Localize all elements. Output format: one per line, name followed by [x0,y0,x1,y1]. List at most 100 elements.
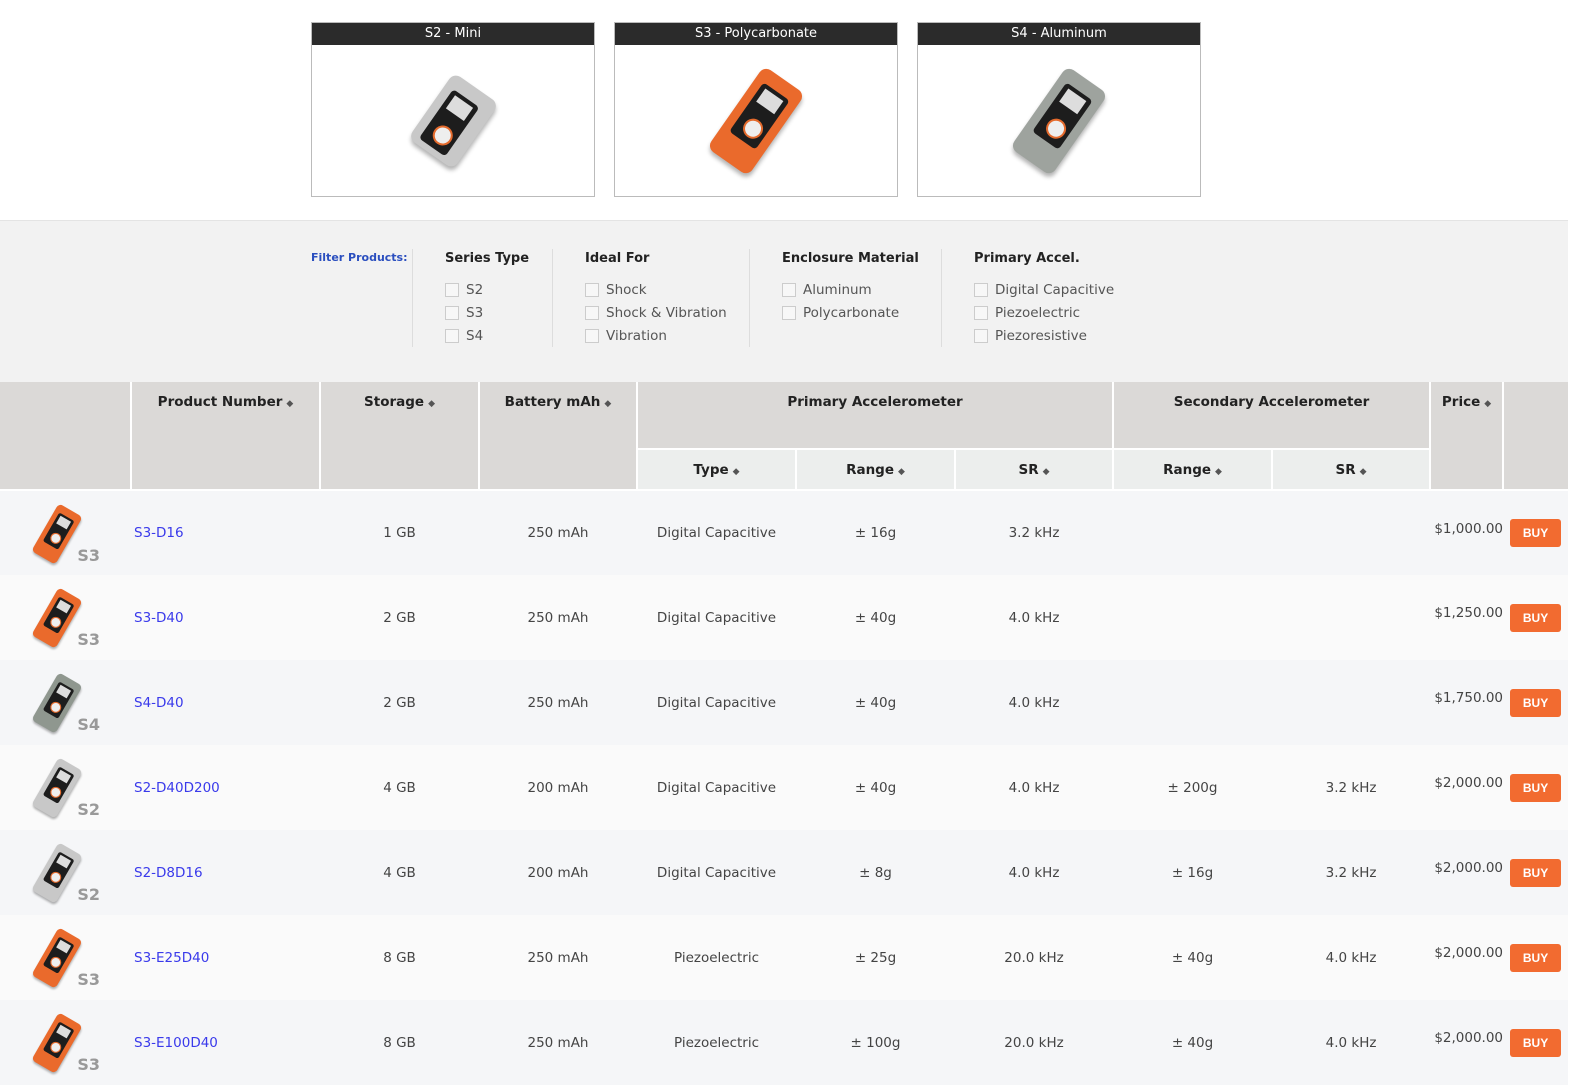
filter-option[interactable]: S4 [445,324,529,347]
filter-option-label: Digital Capacitive [995,282,1114,298]
buy-button[interactable]: BUY [1510,604,1561,632]
filter-group: Ideal For Shock Shock & Vibration Vibration [552,249,727,347]
battery-cell: 250 mAh [479,660,637,745]
type-cell: Digital Capacitive [637,830,796,915]
header-product-number[interactable]: Product Number◆ [131,382,320,490]
checkbox[interactable] [585,283,599,297]
series-label: S3 [77,630,100,649]
series-card-s3[interactable]: S3 - Polycarbonate [614,22,898,197]
price-cell: $2,000.00 [1430,745,1503,830]
product-thumbnail: S2 [0,745,131,830]
filter-option[interactable]: Digital Capacitive [974,278,1114,301]
filter-option[interactable]: Piezoresistive [974,324,1114,347]
header-price[interactable]: Price◆ [1430,382,1503,490]
filter-option-label: Shock & Vibration [606,305,727,321]
series-card-s4[interactable]: S4 - Aluminum [917,22,1201,197]
filter-option-label: Piezoelectric [995,305,1080,321]
price-cell: $2,000.00 [1430,1000,1503,1085]
sr-cell: 4.0 kHz [955,830,1113,915]
filter-group: Primary Accel. Digital Capacitive Piezoele… [941,249,1114,347]
product-link[interactable]: S3-E100D40 [134,1035,218,1051]
checkbox[interactable] [445,306,459,320]
checkbox[interactable] [782,306,796,320]
filter-option[interactable]: S3 [445,301,529,324]
product-link[interactable]: S3-D40 [134,610,184,626]
series-label: S2 [77,885,100,904]
header-storage[interactable]: Storage◆ [320,382,479,490]
checkbox[interactable] [974,329,988,343]
secondary-sr-cell: 3.2 kHz [1272,745,1430,830]
product-thumbnail: S4 [0,660,131,745]
price-cell: $2,000.00 [1430,830,1503,915]
header-secondary-sr[interactable]: SR◆ [1272,449,1430,490]
series-card-s2[interactable]: S2 - Mini [311,22,595,197]
buy-button[interactable]: BUY [1510,774,1561,802]
table-row: S2 S2-D8D16 4 GB 200 mAh Digital Capacit… [0,830,1568,915]
image-column-header [0,382,131,490]
storage-cell: 2 GB [320,660,479,745]
product-link[interactable]: S2-D8D16 [134,865,203,881]
price-cell: $2,000.00 [1430,915,1503,1000]
filter-option[interactable]: Shock & Vibration [585,301,727,324]
buy-button[interactable]: BUY [1510,1029,1561,1057]
product-link[interactable]: S2-D40D200 [134,780,220,796]
storage-cell: 4 GB [320,745,479,830]
filter-option[interactable]: S2 [445,278,529,301]
checkbox[interactable] [445,329,459,343]
filter-option[interactable]: Piezoelectric [974,301,1114,324]
battery-cell: 250 mAh [479,490,637,575]
sort-icon: ◆ [1215,467,1222,477]
s3-device-image [707,66,805,177]
secondary-range-cell: ± 200g [1113,745,1272,830]
checkbox[interactable] [974,306,988,320]
sort-icon: ◆ [604,399,611,409]
header-primary-accelerometer: Primary Accelerometer [637,382,1113,449]
range-cell: ± 16g [796,490,955,575]
buy-button[interactable]: BUY [1510,689,1561,717]
product-link[interactable]: S3-E25D40 [134,950,209,966]
filter-option-label: Vibration [606,328,667,344]
card-title: S2 - Mini [312,23,594,45]
range-cell: ± 25g [796,915,955,1000]
range-cell: ± 40g [796,660,955,745]
buy-button[interactable]: BUY [1510,519,1561,547]
price-cell: $1,750.00 [1430,660,1503,745]
product-series-cards: S2 - Mini S3 - Polycarbonate S4 - Alumin… [311,22,1201,197]
checkbox[interactable] [445,283,459,297]
buy-button[interactable]: BUY [1510,944,1561,972]
sort-icon: ◆ [898,467,905,477]
checkbox[interactable] [974,283,988,297]
series-label: S3 [77,1055,100,1074]
storage-cell: 2 GB [320,575,479,660]
filter-option[interactable]: Shock [585,278,727,301]
checkbox[interactable] [782,283,796,297]
secondary-range-cell: ± 16g [1113,830,1272,915]
card-title: S3 - Polycarbonate [615,23,897,45]
product-link[interactable]: S4-D40 [134,695,184,711]
type-cell: Piezoelectric [637,915,796,1000]
buy-button[interactable]: BUY [1510,859,1561,887]
secondary-sr-cell [1272,575,1430,660]
filter-group-title: Ideal For [585,251,727,266]
type-cell: Digital Capacitive [637,660,796,745]
filter-option[interactable]: Polycarbonate [782,301,919,324]
filter-group: Enclosure MaterialAluminumPolycarbonate [749,249,919,347]
product-link[interactable]: S3-D16 [134,525,184,541]
header-sr[interactable]: SR◆ [955,449,1113,490]
checkbox[interactable] [585,329,599,343]
header-type[interactable]: Type◆ [637,449,796,490]
header-secondary-range[interactable]: Range◆ [1113,449,1272,490]
header-battery[interactable]: Battery mAh◆ [479,382,637,490]
secondary-range-cell: ± 40g [1113,915,1272,1000]
filter-option[interactable]: Aluminum [782,278,919,301]
header-range[interactable]: Range◆ [796,449,955,490]
secondary-range-cell [1113,490,1272,575]
secondary-sr-cell: 4.0 kHz [1272,915,1430,1000]
type-cell: Digital Capacitive [637,490,796,575]
secondary-range-cell: ± 40g [1113,1000,1272,1085]
range-cell: ± 8g [796,830,955,915]
filter-group-title: Primary Accel. [974,251,1114,266]
checkbox[interactable] [585,306,599,320]
sr-cell: 20.0 kHz [955,1000,1113,1085]
filter-option[interactable]: Vibration [585,324,727,347]
